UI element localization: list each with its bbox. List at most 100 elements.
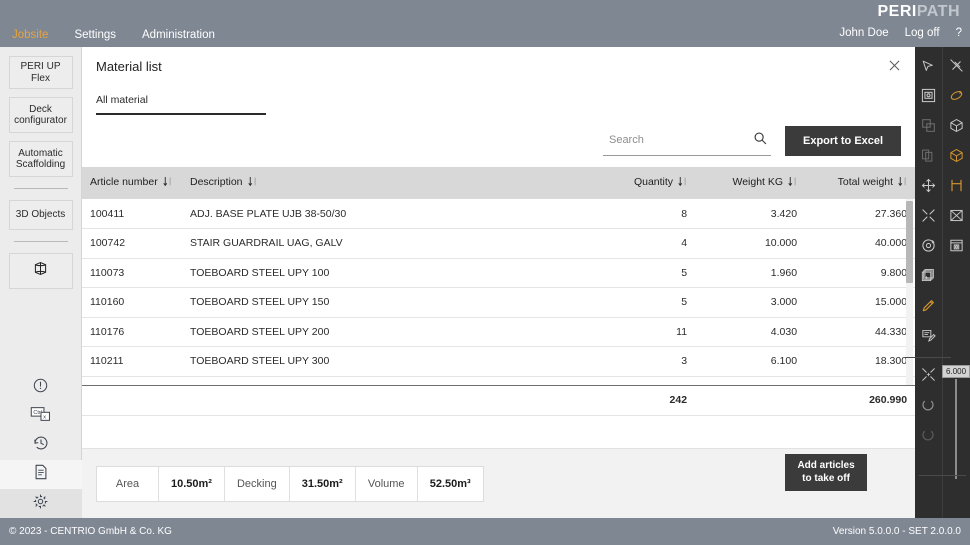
sidebar-item-automatic-scaffolding[interactable]: Automatic Scaffolding (9, 141, 73, 177)
column-label: Article number (90, 176, 158, 188)
table-row[interactable]: 100411 ADJ. BASE PLATE UJB 38-50/30 8 3.… (82, 199, 915, 229)
right-toolbar: 6.000 (915, 47, 970, 518)
tool-redo[interactable] (915, 422, 942, 452)
column-label: Weight KG (732, 176, 783, 188)
brand-secondary: PATH (917, 3, 960, 20)
tool-cube-filled[interactable] (943, 143, 970, 173)
scrollbar-thumb[interactable] (906, 201, 913, 283)
measurement-summary: Area 10.50m² Decking 31.50m² Volume 52.5… (96, 466, 484, 502)
tool-pencil[interactable] (915, 293, 942, 323)
tool-copy[interactable] (915, 113, 942, 143)
export-to-excel-button[interactable]: Export to Excel (785, 126, 901, 156)
cell-article-number: 100742 (82, 229, 182, 259)
document-icon (33, 463, 49, 486)
nav-item-settings[interactable]: Settings (70, 27, 120, 43)
totals-spacer (82, 386, 182, 416)
logoff-link[interactable]: Log off (905, 27, 940, 39)
add-articles-to-take-off-button[interactable]: Add articles to take off (785, 454, 867, 491)
sidebar-tool-history[interactable] (0, 431, 82, 460)
column-header-article-number[interactable]: Article number (82, 167, 182, 199)
svg-text:x: x (43, 415, 46, 421)
table-scroll-area: 100411 ADJ. BASE PLATE UJB 38-50/30 8 3.… (82, 199, 915, 385)
summary-label-area: Area (97, 467, 159, 501)
sidebar-tool-shortcuts[interactable]: Ctrl x (0, 402, 82, 431)
orbit-icon (949, 88, 964, 108)
cursor-arrow-icon (921, 59, 935, 78)
application-window: PERIPATH Jobsite Settings Administration… (0, 0, 970, 545)
tool-orbit[interactable] (943, 83, 970, 113)
cell-total-weight: 27.360 (805, 199, 915, 229)
cell-description: TOEBOARD STEEL UPY 300 (182, 347, 595, 377)
pencil-icon (921, 298, 936, 318)
sort-icon[interactable] (163, 176, 172, 190)
sidebar-tool-alerts[interactable] (0, 373, 82, 402)
cell-total-weight: 9.800 (805, 258, 915, 288)
cell-description: TOEBOARD STEEL UPY 150 (182, 288, 595, 318)
column-header-total-weight[interactable]: Total weight (805, 167, 915, 199)
column-header-quantity[interactable]: Quantity (595, 167, 695, 199)
tab-all-material[interactable]: All material (96, 94, 266, 115)
material-table-header: Article number Description Quantity Weig… (82, 167, 915, 199)
nav-item-jobsite[interactable]: Jobsite (8, 27, 52, 43)
material-table-totals: 242 260.990 (82, 385, 915, 416)
sidebar-tool-settings[interactable] (0, 489, 82, 518)
cell-description: STAIR GUARDRAIL UAG, GALV (182, 229, 595, 259)
help-icon[interactable]: ? (956, 27, 962, 39)
tool-cube-outline[interactable] (943, 113, 970, 143)
sort-icon[interactable] (678, 176, 687, 190)
history-clock-icon (32, 434, 50, 457)
column-label: Quantity (634, 176, 673, 188)
tool-rotate[interactable] (915, 233, 942, 263)
search-box[interactable] (603, 127, 771, 156)
sidebar-item-cube-view[interactable] (9, 253, 73, 289)
tool-undo[interactable] (915, 392, 942, 422)
page-title: Material list (96, 59, 901, 74)
search-input[interactable] (609, 134, 753, 146)
table-row[interactable]: 110176 TOEBOARD STEEL UPY 200 11 4.030 4… (82, 317, 915, 347)
sort-icon[interactable] (248, 176, 257, 190)
tool-crossed-frame[interactable] (943, 203, 970, 233)
tool-move[interactable] (915, 173, 942, 203)
table-header-row: Article number Description Quantity Weig… (82, 167, 915, 199)
sidebar-item-peri-up-flex[interactable]: PERI UP Flex (9, 56, 73, 89)
cell-quantity: 5 (595, 258, 695, 288)
close-icon[interactable] (885, 56, 903, 74)
gear-icon (32, 493, 49, 515)
sidebar-tool-stack: Ctrl x (0, 373, 81, 518)
table-row[interactable]: 110073 TOEBOARD STEEL UPY 100 5 1.960 9.… (82, 258, 915, 288)
tool-center-view[interactable] (915, 362, 942, 392)
sidebar-divider (14, 188, 68, 189)
tool-stack-add[interactable] (915, 263, 942, 293)
sidebar-item-3d-objects[interactable]: 3D Objects (9, 200, 73, 230)
nav-item-administration[interactable]: Administration (138, 27, 219, 43)
rotate-target-icon (921, 238, 936, 258)
search-icon[interactable] (753, 131, 767, 150)
tool-scaffold-frame[interactable] (943, 173, 970, 203)
tool-duplicate[interactable] (915, 143, 942, 173)
tool-snap-off[interactable] (943, 53, 970, 83)
sidebar-item-deck-configurator[interactable]: Deck configurator (9, 97, 73, 133)
table-row[interactable]: 110160 TOEBOARD STEEL UPY 150 5 3.000 15… (82, 288, 915, 318)
ctrl-x-shortcut-icon: Ctrl x (30, 405, 52, 428)
tool-screenshot[interactable] (915, 83, 942, 113)
slider-track[interactable] (955, 379, 957, 479)
tool-render-frame[interactable] (943, 233, 970, 263)
cell-weight: 1.960 (695, 258, 805, 288)
sidebar-tool-material-list[interactable] (0, 460, 82, 489)
cell-description: ADJ. BASE PLATE UJB 38-50/30 (182, 199, 595, 229)
table-row[interactable]: 100742 STAIR GUARDRAIL UAG, GALV 4 10.00… (82, 229, 915, 259)
column-header-weight-kg[interactable]: Weight KG (695, 167, 805, 199)
sort-icon[interactable] (788, 176, 797, 190)
user-menu: John Doe Log off ? (839, 27, 962, 39)
cell-total-weight: 40.000 (805, 229, 915, 259)
column-header-description[interactable]: Description (182, 167, 595, 199)
tool-cursor-arrow[interactable] (915, 53, 942, 83)
table-row[interactable]: 110211 TOEBOARD STEEL UPY 300 3 6.100 18… (82, 347, 915, 377)
tool-annotate[interactable] (915, 323, 942, 353)
tool-collapse[interactable] (915, 203, 942, 233)
sort-icon[interactable] (898, 176, 907, 190)
collapse-arrows-icon (921, 208, 936, 228)
height-slider[interactable]: 6.000 (951, 365, 961, 479)
main-navigation: Jobsite Settings Administration (8, 27, 219, 43)
user-name[interactable]: John Doe (839, 27, 888, 39)
